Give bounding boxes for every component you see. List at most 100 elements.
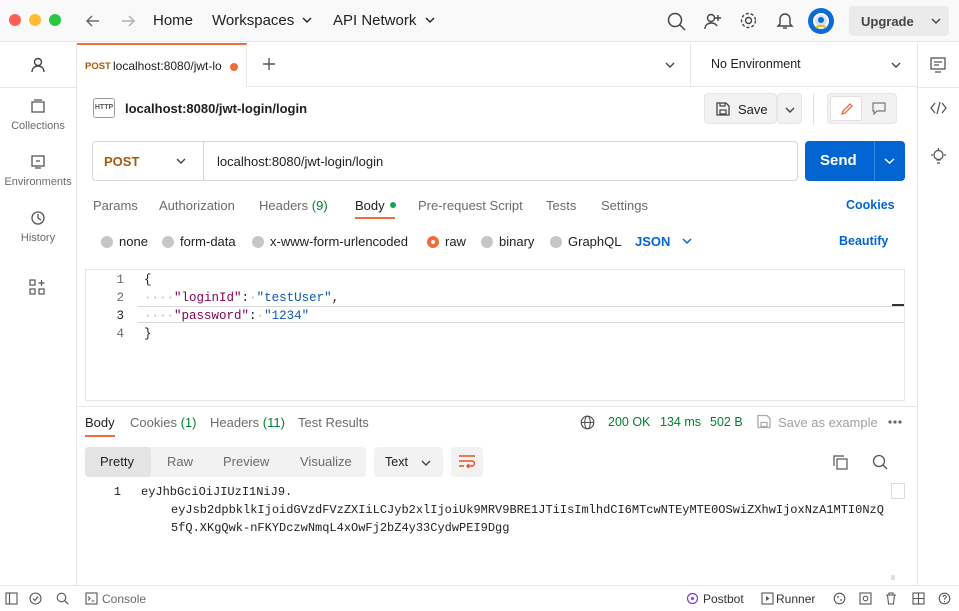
globe-icon[interactable] [580,415,595,430]
divider [874,141,875,181]
response-tab-cookies[interactable]: Cookies (1) [130,415,196,430]
tab-headers[interactable]: Headers (9) [259,198,328,213]
divider [918,87,959,88]
upgrade-button[interactable]: Upgrade [849,6,949,36]
radio-none[interactable]: none [101,234,148,249]
tab-body[interactable]: Body [355,198,397,213]
response-format-selector[interactable]: Text [374,447,443,477]
response-status[interactable]: 200 OK [608,415,650,429]
response-line: eyJsb2dpbklkIjoidGVzdFVzZXIiLCJyb2xlIjoi… [171,503,884,517]
line-number: 2 [116,291,124,305]
more-options-icon[interactable] [888,420,902,424]
find-icon[interactable] [56,592,69,605]
status-bar: Console Postbot Runner [0,585,959,611]
method-selector[interactable]: POST [93,142,204,180]
bell-icon[interactable] [776,11,794,30]
scrollbar[interactable] [891,575,895,580]
trash-icon[interactable] [885,592,897,605]
sidebar-item-collections[interactable]: Collections [0,98,76,132]
url-input[interactable]: localhost:8080/jwt-login/login [217,154,383,169]
code-icon[interactable] [930,101,947,115]
active-tab-underline [85,435,115,437]
back-arrow-icon[interactable] [84,12,102,30]
response-size[interactable]: 502 B [710,415,743,429]
minimize-window-button[interactable] [29,14,41,26]
new-tab-plus-icon[interactable] [262,57,276,71]
sidebar-item-history[interactable]: History [0,210,76,244]
environments-icon [31,155,45,169]
configure-sidebar-icon[interactable] [29,279,45,295]
close-window-button[interactable] [9,14,21,26]
response-tab-test-results[interactable]: Test Results [298,415,369,430]
zoom-window-button[interactable] [49,14,61,26]
view-pretty[interactable]: Pretty [85,447,151,477]
forward-arrow-icon[interactable] [119,12,137,30]
response-time[interactable]: 134 ms [660,415,701,429]
lightbulb-icon[interactable] [930,148,947,165]
beautify-link[interactable]: Beautify [839,234,888,248]
tab-overflow-chevron-icon[interactable] [665,61,675,69]
code-line: { [144,273,152,287]
format-selector[interactable]: JSON [635,234,692,249]
cookies-link[interactable]: Cookies [846,198,895,212]
postbot-button[interactable]: Postbot [703,592,744,606]
radio-label: x-www-form-urlencoded [270,234,408,249]
help-icon[interactable] [938,592,951,605]
console-button[interactable]: Console [102,592,146,606]
response-body[interactable]: 1 eyJhbGciOiJIUzI1NiJ9. eyJsb2dpbklkIjoi… [85,483,905,580]
toggle-sidebar-icon[interactable] [5,592,18,605]
save-button[interactable]: Save [704,93,777,124]
tab-headers-count: (9) [311,198,328,213]
send-button[interactable]: Send [805,141,905,181]
invite-user-icon[interactable] [703,12,722,31]
radio-raw[interactable]: raw [427,234,466,249]
chevron-down-icon[interactable] [884,157,895,165]
runner-button[interactable]: Runner [776,592,815,606]
layout-grid-icon[interactable] [912,592,925,605]
view-visualize[interactable]: Visualize [300,454,352,469]
request-tab[interactable]: POST localhost:8080/jwt-lo [77,43,247,87]
cookies-icon[interactable] [833,592,846,605]
vault-icon[interactable] [859,592,872,605]
save-options-button[interactable] [777,93,802,124]
request-body-editor[interactable]: 1 { 2 ····"loginId":·"testUser", 3 ····"… [85,269,905,401]
unsaved-dot-icon[interactable] [230,63,238,71]
tab-settings[interactable]: Settings [601,198,648,213]
avatar[interactable] [808,8,834,34]
tab-tests[interactable]: Tests [546,198,576,213]
tab-authorization[interactable]: Authorization [159,198,235,213]
home-link[interactable]: Home [153,12,193,29]
view-preview[interactable]: Preview [223,454,269,469]
response-tab-headers[interactable]: Headers (11) [210,415,285,430]
copy-icon[interactable] [833,455,848,470]
workspaces-label: Workspaces [212,12,295,29]
tab-prerequest-script[interactable]: Pre-request Script [418,198,523,213]
radio-urlencoded[interactable]: x-www-form-urlencoded [252,234,408,249]
wrap-lines-button[interactable] [451,447,483,477]
edit-mode-button[interactable] [830,96,862,121]
radio-graphql[interactable]: GraphQL [550,234,621,249]
json-key: "loginId" [174,291,242,305]
search-icon[interactable] [872,454,888,470]
comments-icon[interactable] [872,102,886,115]
gear-icon[interactable] [739,11,758,30]
runner-icon [761,592,774,605]
title-bar: Home Workspaces API Network Upgrade [0,0,959,42]
request-name[interactable]: localhost:8080/jwt-login/login [125,101,307,116]
environment-quick-look-icon[interactable] [930,57,946,73]
radio-form-data[interactable]: form-data [162,234,236,249]
save-as-example-button[interactable]: Save as example [778,415,878,430]
check-circle-icon[interactable] [29,592,42,605]
response-tab-body[interactable]: Body [85,415,115,430]
user-icon[interactable] [29,56,47,74]
tab-params[interactable]: Params [93,198,138,213]
environment-selector[interactable]: No Environment [690,43,917,87]
chevron-down-icon [931,18,941,24]
workspaces-menu[interactable]: Workspaces [212,12,312,29]
radio-dot [252,236,264,248]
api-network-menu[interactable]: API Network [333,12,435,29]
radio-binary[interactable]: binary [481,234,534,249]
sidebar-item-environments[interactable]: Environments [0,154,76,188]
search-icon[interactable] [667,12,686,31]
view-raw[interactable]: Raw [167,454,193,469]
